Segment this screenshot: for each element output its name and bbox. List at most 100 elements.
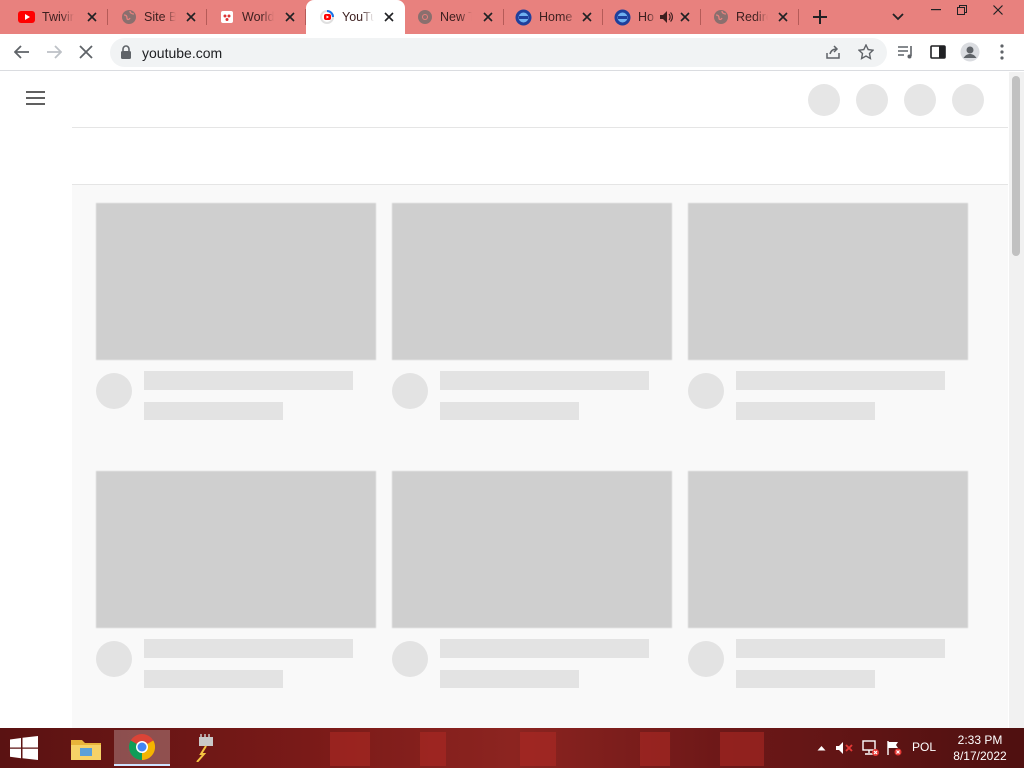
tab-world[interactable]: World (207, 0, 306, 34)
thumbnail-placeholder (96, 471, 376, 628)
bookmark-button[interactable] (856, 42, 876, 62)
plus-icon (813, 10, 827, 24)
avatar-placeholder (392, 641, 428, 677)
address-bar[interactable]: youtube.com (110, 38, 887, 67)
meta-placeholder (440, 670, 579, 688)
speaker-icon[interactable] (660, 11, 673, 23)
meta-placeholder (736, 670, 875, 688)
arrow-left-icon (14, 45, 29, 59)
video-feed-placeholder (72, 185, 1008, 728)
windows-taskbar: POL 2:33 PM 8/17/2022 (0, 728, 1024, 768)
tab-youtube[interactable]: YouTul (306, 0, 405, 34)
globe-icon (712, 9, 729, 26)
star-icon (858, 44, 874, 60)
close-tab-icon[interactable] (381, 9, 397, 25)
restore-button[interactable] (946, 0, 978, 20)
menu-button[interactable] (990, 40, 1014, 64)
close-tab-icon[interactable] (579, 9, 595, 25)
close-tab-icon[interactable] (183, 9, 199, 25)
scrollbar-thumb[interactable] (1012, 76, 1020, 256)
meta-placeholder (144, 670, 283, 688)
header-button-placeholder (808, 84, 840, 116)
restore-icon (957, 5, 967, 15)
windows-logo-icon (10, 736, 38, 760)
taskbar-file-explorer[interactable] (58, 730, 114, 766)
header-button-placeholder (952, 84, 984, 116)
profile-icon (960, 42, 980, 62)
side-panel-button[interactable] (926, 40, 950, 64)
action-center-button[interactable] (884, 728, 904, 768)
playlist-icon (898, 46, 912, 59)
start-button[interactable] (10, 736, 38, 760)
tab-home-audio[interactable]: Ho (603, 0, 701, 34)
pbs-kids-icon (515, 9, 532, 26)
back-button[interactable] (10, 40, 34, 64)
url-text[interactable]: youtube.com (142, 45, 222, 61)
network-disconnected-icon (862, 740, 879, 756)
wallpaper-decoration (520, 732, 556, 766)
chevron-up-icon (817, 746, 825, 751)
clock-date: 8/17/2022 (953, 749, 1007, 763)
system-clock[interactable]: 2:33 PM 8/17/2022 (944, 732, 1016, 764)
new-tab-button[interactable] (810, 7, 830, 27)
tab-title: New T (440, 10, 472, 24)
taskbar-network-tool[interactable] (176, 730, 232, 766)
profile-button[interactable] (958, 40, 982, 64)
tab-title: Home (539, 10, 573, 24)
meta-placeholder (144, 402, 283, 420)
tab-new-tab[interactable]: New T (405, 0, 504, 34)
tab-twivin[interactable]: Twivin (0, 0, 108, 34)
share-icon (826, 45, 840, 59)
share-button[interactable] (823, 42, 843, 62)
tab-search-button[interactable] (890, 9, 906, 25)
title-placeholder (440, 371, 649, 390)
close-tab-icon[interactable] (480, 9, 496, 25)
arrow-right-icon (47, 45, 62, 59)
close-tab-icon[interactable] (677, 9, 693, 25)
tab-home[interactable]: Home (504, 0, 603, 34)
avatar-placeholder (392, 373, 428, 409)
meta-placeholder (440, 402, 579, 420)
wallpaper-decoration (330, 732, 370, 766)
input-language-indicator[interactable]: POL (912, 740, 936, 754)
wallpaper-decoration (640, 732, 670, 766)
close-tab-icon[interactable] (84, 9, 100, 25)
chrome-icon (416, 9, 433, 26)
tab-site-blocked[interactable]: Site Bl (108, 0, 207, 34)
avatar-placeholder (96, 373, 132, 409)
thumbnail-placeholder (688, 471, 968, 628)
chevron-down-icon (892, 13, 904, 21)
close-tab-icon[interactable] (282, 9, 298, 25)
pbs-kids-icon (614, 9, 631, 26)
volume-muted-icon (836, 742, 853, 754)
chrome-icon (128, 734, 156, 761)
tab-redirect[interactable]: Redire (701, 0, 799, 34)
close-icon (79, 45, 93, 59)
title-placeholder (440, 639, 649, 658)
tab-title: Ho (638, 10, 654, 24)
lock-icon[interactable] (120, 45, 132, 59)
thumbnail-placeholder (392, 471, 672, 628)
avatar-placeholder (688, 373, 724, 409)
show-hidden-icons-button[interactable] (814, 728, 828, 768)
close-icon (993, 5, 1003, 15)
volume-button[interactable] (835, 728, 855, 768)
forward-button[interactable] (42, 40, 66, 64)
title-placeholder (736, 639, 945, 658)
header-button-placeholder (856, 84, 888, 116)
tab-title: Twivin (42, 10, 74, 24)
thumbnail-placeholder (688, 203, 968, 360)
header-button-placeholder (904, 84, 936, 116)
stop-loading-button[interactable] (74, 40, 98, 64)
menu-icon[interactable] (26, 88, 46, 108)
title-placeholder (736, 371, 945, 390)
taskbar-chrome[interactable] (114, 730, 170, 766)
masthead-placeholder (72, 72, 1008, 128)
cards-icon (218, 9, 235, 26)
globe-icon (120, 9, 137, 26)
close-window-button[interactable] (982, 0, 1014, 20)
clock-time: 2:33 PM (957, 733, 1003, 747)
close-tab-icon[interactable] (775, 9, 791, 25)
network-button[interactable] (859, 728, 881, 768)
media-controls-button[interactable] (894, 40, 918, 64)
